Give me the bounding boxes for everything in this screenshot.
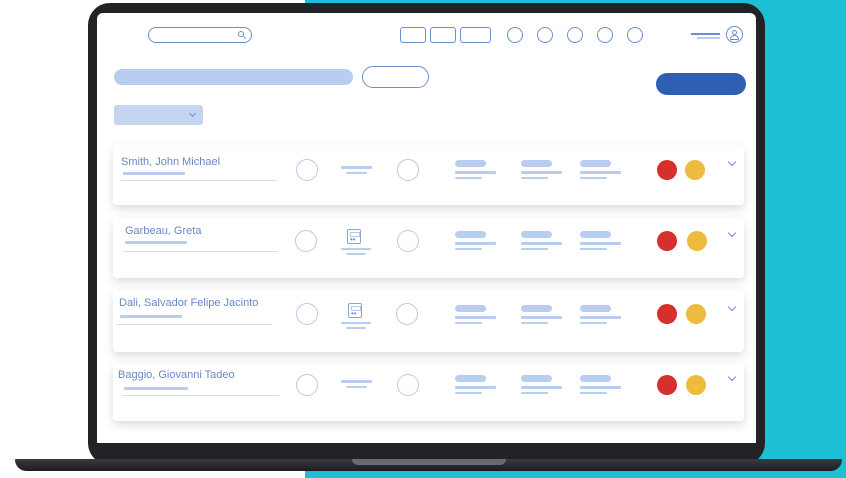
primary-button[interactable] bbox=[656, 73, 746, 95]
toolbar-button-3[interactable] bbox=[460, 27, 491, 43]
toolbar-button-1[interactable] bbox=[400, 27, 426, 43]
device-line-3a bbox=[341, 322, 371, 324]
patient-sub-placeholder-4 bbox=[124, 387, 188, 390]
metric-line-4b bbox=[346, 386, 367, 388]
metric-block-4a-line bbox=[455, 386, 496, 389]
alert-red-4[interactable] bbox=[657, 375, 677, 395]
metric-line-1a bbox=[341, 166, 372, 169]
patient-name-1[interactable]: Smith, John Michael bbox=[121, 156, 220, 168]
metric-block-1a-line bbox=[455, 171, 496, 174]
metric-block-4c bbox=[580, 375, 611, 382]
laptop-hinge bbox=[352, 459, 506, 465]
metric-block-1b bbox=[521, 160, 552, 167]
row-divider-1 bbox=[121, 180, 277, 181]
metric-block-2c-line bbox=[580, 242, 621, 245]
patient-row-2[interactable] bbox=[113, 218, 744, 278]
metric-block-2a bbox=[455, 231, 486, 238]
metric-block-3c bbox=[580, 305, 611, 312]
user-icon-body bbox=[730, 35, 739, 40]
metric-block-4b-line2 bbox=[521, 392, 548, 394]
metric-block-4b-line bbox=[521, 386, 562, 389]
metric-block-1a bbox=[455, 160, 486, 167]
status-circle-a-2[interactable] bbox=[295, 230, 317, 252]
status-circle-a-3[interactable] bbox=[296, 303, 318, 325]
patient-row-1[interactable] bbox=[113, 145, 744, 205]
search-input[interactable] bbox=[148, 27, 252, 43]
metric-block-3b-line2 bbox=[521, 322, 548, 324]
metric-line-4a bbox=[341, 380, 372, 383]
metric-block-4b bbox=[521, 375, 552, 382]
row-divider-3 bbox=[117, 324, 272, 325]
device-icon-2 bbox=[347, 229, 361, 244]
toolbar-circle-button-5[interactable] bbox=[627, 27, 643, 43]
device-line-3b bbox=[346, 327, 366, 329]
alert-yellow-2[interactable] bbox=[687, 231, 707, 251]
alert-yellow-3[interactable] bbox=[686, 304, 706, 324]
device-line-2b bbox=[346, 253, 366, 255]
status-circle-a-4[interactable] bbox=[296, 374, 318, 396]
metric-block-1a-line2 bbox=[455, 177, 482, 179]
metric-block-1b-line2 bbox=[521, 177, 548, 179]
metric-block-3c-line bbox=[580, 316, 621, 319]
secondary-button[interactable] bbox=[362, 66, 429, 88]
metric-line-1b bbox=[346, 172, 367, 174]
metric-block-1c-line2 bbox=[580, 177, 607, 179]
patient-name-2[interactable]: Garbeau, Greta bbox=[125, 225, 201, 237]
status-circle-b-4[interactable] bbox=[397, 374, 419, 396]
metric-block-1b-line bbox=[521, 171, 562, 174]
account-name-placeholder-2 bbox=[697, 37, 720, 39]
metric-block-3a-line bbox=[455, 316, 496, 319]
metric-block-3a bbox=[455, 305, 486, 312]
status-circle-b-1[interactable] bbox=[397, 159, 419, 181]
patient-sub-placeholder-2 bbox=[125, 241, 187, 244]
toolbar-circle-button-4[interactable] bbox=[597, 27, 613, 43]
alert-red-2[interactable] bbox=[657, 231, 677, 251]
metric-block-2c-line2 bbox=[580, 248, 607, 250]
device-icon-3 bbox=[348, 303, 362, 318]
row-divider-4 bbox=[122, 395, 279, 396]
metric-block-2c bbox=[580, 231, 611, 238]
status-circle-a-1[interactable] bbox=[296, 159, 318, 181]
status-circle-b-3[interactable] bbox=[396, 303, 418, 325]
toolbar-circle-button-2[interactable] bbox=[537, 27, 553, 43]
alert-yellow-1[interactable] bbox=[685, 160, 705, 180]
metric-block-1c bbox=[580, 160, 611, 167]
toolbar-circle-button-3[interactable] bbox=[567, 27, 583, 43]
device-line-2a bbox=[341, 248, 371, 250]
row-divider-2 bbox=[123, 251, 278, 252]
metric-block-2b bbox=[521, 231, 552, 238]
alert-yellow-4[interactable] bbox=[686, 375, 706, 395]
metric-block-4a-line2 bbox=[455, 392, 482, 394]
patient-sub-placeholder-1 bbox=[123, 172, 185, 175]
toolbar-button-2[interactable] bbox=[430, 27, 456, 43]
patient-sub-placeholder-3 bbox=[120, 315, 182, 318]
metric-block-4c-line2 bbox=[580, 392, 607, 394]
metric-block-3b-line bbox=[521, 316, 562, 319]
metric-block-2b-line bbox=[521, 242, 562, 245]
patient-name-4[interactable]: Baggio, Giovanni Tadeo bbox=[118, 369, 235, 381]
page-title-placeholder bbox=[114, 69, 353, 85]
metric-block-2b-line2 bbox=[521, 248, 548, 250]
metric-block-3a-line2 bbox=[455, 322, 482, 324]
metric-block-2a-line2 bbox=[455, 248, 482, 250]
metric-block-4c-line bbox=[580, 386, 621, 389]
metric-block-3b bbox=[521, 305, 552, 312]
status-circle-b-2[interactable] bbox=[397, 230, 419, 252]
metric-block-3c-line2 bbox=[580, 322, 607, 324]
metric-block-4a bbox=[455, 375, 486, 382]
alert-red-3[interactable] bbox=[657, 304, 677, 324]
screen-bottom-bar bbox=[97, 443, 756, 459]
metric-block-1c-line bbox=[580, 171, 621, 174]
patient-name-3[interactable]: Dali, Salvador Felipe Jacinto bbox=[119, 297, 258, 309]
account-name-placeholder bbox=[691, 33, 720, 35]
toolbar-circle-button-1[interactable] bbox=[507, 27, 523, 43]
alert-red-1[interactable] bbox=[657, 160, 677, 180]
metric-block-2a-line bbox=[455, 242, 496, 245]
